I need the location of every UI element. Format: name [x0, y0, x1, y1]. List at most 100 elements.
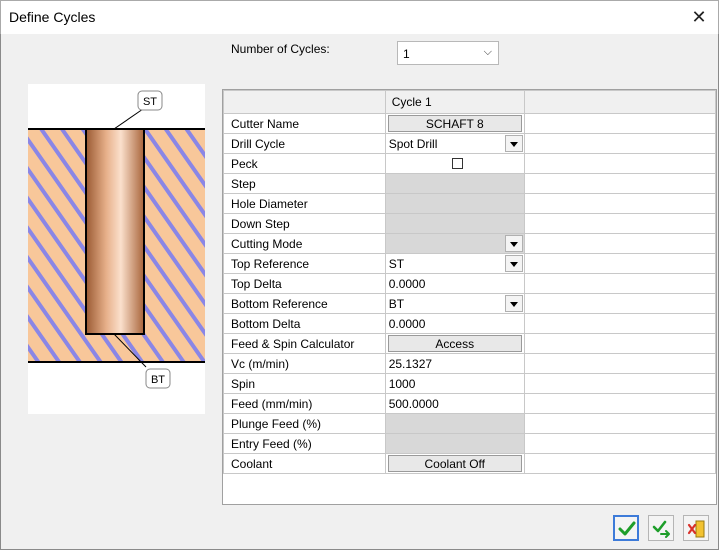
grid-empty-cell [523, 373, 717, 394]
chevron-down-icon: ⌵ [483, 46, 492, 58]
grid-row-spin: Spin 1000 [223, 373, 717, 394]
grid-row-vc-m-min: Vc (m/min) 25.1327 [223, 353, 717, 374]
row-label: Bottom Reference [223, 293, 386, 314]
grid-empty-cell [523, 173, 717, 194]
cell-spin[interactable]: 1000 [384, 373, 525, 394]
check-arrow-icon [652, 520, 670, 538]
exit-icon [687, 520, 705, 538]
grid-empty-cell [523, 213, 717, 234]
dropdown-arrow-icon[interactable] [504, 135, 523, 152]
grid-corner-cell [223, 90, 386, 114]
coolant-button[interactable]: Coolant Off [387, 455, 522, 472]
cancel-button[interactable] [683, 515, 709, 541]
grid-row-entry-feed: Entry Feed (%) [223, 433, 717, 454]
bottom-delta-value: 0.0000 [388, 316, 426, 331]
row-label: Feed (mm/min) [223, 393, 386, 414]
grid-row-cutting-mode: Cutting Mode [223, 233, 717, 254]
row-label: Coolant [223, 453, 386, 474]
cell-feed-spin-calculator: Access [384, 333, 525, 354]
grid-empty-cell [523, 453, 717, 474]
check-icon [618, 521, 636, 536]
bt-label: BT [151, 374, 165, 386]
grid-empty-cell [523, 333, 717, 354]
cell-top-reference[interactable]: ST [384, 253, 525, 274]
row-label: Bottom Delta [223, 313, 386, 334]
cell-coolant: Coolant Off [384, 453, 525, 474]
cell-step [384, 173, 525, 194]
number-of-cycles-value: 1 [403, 47, 410, 61]
grid-empty-cell [523, 193, 717, 214]
grid-empty-cell [523, 153, 717, 174]
cell-cutting-mode [384, 233, 525, 254]
row-label: Feed & Spin Calculator [223, 333, 386, 354]
row-label: Cutter Name [223, 113, 386, 134]
feed-mm-min-value: 500.0000 [388, 396, 439, 411]
cell-peck [384, 153, 525, 174]
row-label: Peck [223, 153, 386, 174]
grid-row-peck: Peck [223, 153, 717, 174]
grid-row-drill-cycle: Drill Cycle Spot Drill [223, 133, 717, 154]
cell-vc-m-min[interactable]: 25.1327 [384, 353, 525, 374]
feed-spin-calculator-button[interactable]: Access [387, 335, 522, 352]
drill-cycle-value: Spot Drill [388, 136, 438, 151]
grid-empty-cell [523, 313, 717, 334]
grid-row-feed-mm-min: Feed (mm/min) 500.0000 [223, 393, 717, 414]
row-label: Plunge Feed (%) [223, 413, 386, 434]
cell-drill-cycle[interactable]: Spot Drill [384, 133, 525, 154]
grid-row-plunge-feed: Plunge Feed (%) [223, 413, 717, 434]
row-label: Hole Diameter [223, 193, 386, 214]
st-label: ST [143, 96, 157, 108]
grid-empty-cell [523, 413, 717, 434]
grid-row-hole-diameter: Hole Diameter [223, 193, 717, 214]
row-label: Top Delta [223, 273, 386, 294]
cell-entry-feed [384, 433, 525, 454]
grid-empty-cell [523, 393, 717, 414]
dropdown-arrow-icon[interactable] [504, 255, 523, 272]
number-of-cycles-select[interactable]: 1 ⌵ [397, 41, 499, 65]
grid-row-coolant: Coolant Coolant Off [223, 453, 717, 474]
peck-checkbox[interactable] [451, 158, 463, 169]
st-leader-line [113, 108, 144, 130]
grid-empty-cell [523, 273, 717, 294]
grid-row-bottom-delta: Bottom Delta 0.0000 [223, 313, 717, 334]
grid-row-top-delta: Top Delta 0.0000 [223, 273, 717, 294]
row-label: Step [223, 173, 386, 194]
grid-row-step: Step [223, 173, 717, 194]
title-bar: Define Cycles ✕ [0, 0, 719, 34]
cell-feed-mm-min[interactable]: 500.0000 [384, 393, 525, 414]
cell-bottom-delta[interactable]: 0.0000 [384, 313, 525, 334]
apply-button[interactable] [648, 515, 674, 541]
grid-row-cutter-name: Cutter Name SCHAFT 8 [223, 113, 717, 134]
ok-button[interactable] [613, 515, 639, 541]
cycles-table: Cycle 1 Cutter Name SCHAFT 8 Drill Cycle Sp… [223, 90, 717, 474]
column-header-cycle-1: Cycle 1 [384, 90, 525, 114]
bottom-reference-value: BT [388, 296, 405, 311]
cycles-grid: Cycle 1 Cutter Name SCHAFT 8 Drill Cycle Sp… [222, 89, 717, 505]
dropdown-arrow-icon[interactable] [504, 295, 523, 312]
row-label: Cutting Mode [223, 233, 386, 254]
drill-diagram: ST BT [28, 84, 205, 414]
cell-top-delta[interactable]: 0.0000 [384, 273, 525, 294]
top-delta-value: 0.0000 [388, 276, 426, 291]
cell-plunge-feed [384, 413, 525, 434]
row-label: Top Reference [223, 253, 386, 274]
grid-empty-cell [523, 113, 717, 134]
cell-hole-diameter [384, 193, 525, 214]
window-title: Define Cycles [9, 9, 96, 25]
vc-m-min-value: 25.1327 [388, 356, 433, 371]
cell-down-step [384, 213, 525, 234]
grid-empty-cell [523, 433, 717, 454]
grid-empty-cell [523, 133, 717, 154]
grid-row-top-reference: Top Reference ST [223, 253, 717, 274]
top-reference-value: ST [388, 256, 405, 271]
row-label: Entry Feed (%) [223, 433, 386, 454]
grid-row-bottom-reference: Bottom Reference BT [223, 293, 717, 314]
row-label: Drill Cycle [223, 133, 386, 154]
close-icon[interactable]: ✕ [688, 6, 710, 28]
grid-row-down-step: Down Step [223, 213, 717, 234]
drill-tool [85, 128, 145, 335]
grid-row-feed-spin-calculator: Feed & Spin Calculator Access [223, 333, 717, 354]
row-label: Down Step [223, 213, 386, 234]
cell-bottom-reference[interactable]: BT [384, 293, 525, 314]
cutter-name-button[interactable]: SCHAFT 8 [387, 115, 522, 132]
